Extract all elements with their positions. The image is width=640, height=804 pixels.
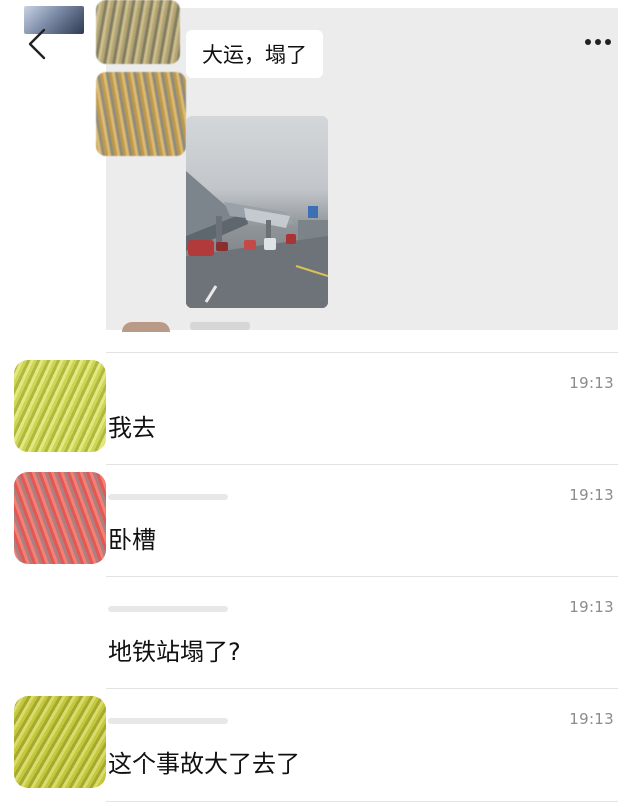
message-text: 地铁站塌了? [108,638,241,666]
more-dots-icon [585,39,591,45]
message-text: 卧槽 [108,526,156,554]
redacted-name [190,322,250,330]
chat-bubble-text: 大运，塌了 [202,43,307,67]
chat-list-item[interactable]: 19:13 地铁站塌了? [0,576,640,688]
chat-list-item[interactable]: 19:13 这个事故大了去了 [0,688,640,800]
chat-photo[interactable] [186,116,328,308]
more-options-button[interactable] [578,30,618,54]
redacted-name [108,606,228,612]
message-time: 19:13 [569,486,614,504]
redacted-name [108,718,228,724]
message-time: 19:13 [569,374,614,392]
chevron-left-icon [28,28,46,60]
quoted-chat-card [106,8,618,330]
divider [106,688,618,689]
chat-list-item[interactable]: 19:13 我去 [0,352,640,464]
chat-list-item[interactable]: 19:13 卧槽 [0,464,640,576]
back-button[interactable] [22,24,52,64]
avatar[interactable] [14,360,106,452]
divider [106,801,618,802]
redacted-avatar [96,72,186,156]
divider [106,464,618,465]
avatar[interactable] [14,696,106,788]
divider [106,352,618,353]
avatar[interactable] [14,472,106,564]
message-text: 这个事故大了去了 [108,750,300,778]
redacted-avatar [96,0,180,64]
avatar [122,322,170,332]
message-time: 19:13 [569,598,614,616]
photo-thumbnail-icon [186,171,328,308]
divider [106,576,618,577]
redacted-name [108,494,228,500]
chat-bubble[interactable]: 大运，塌了 [186,30,323,78]
message-time: 19:13 [569,710,614,728]
message-text: 我去 [108,414,156,442]
